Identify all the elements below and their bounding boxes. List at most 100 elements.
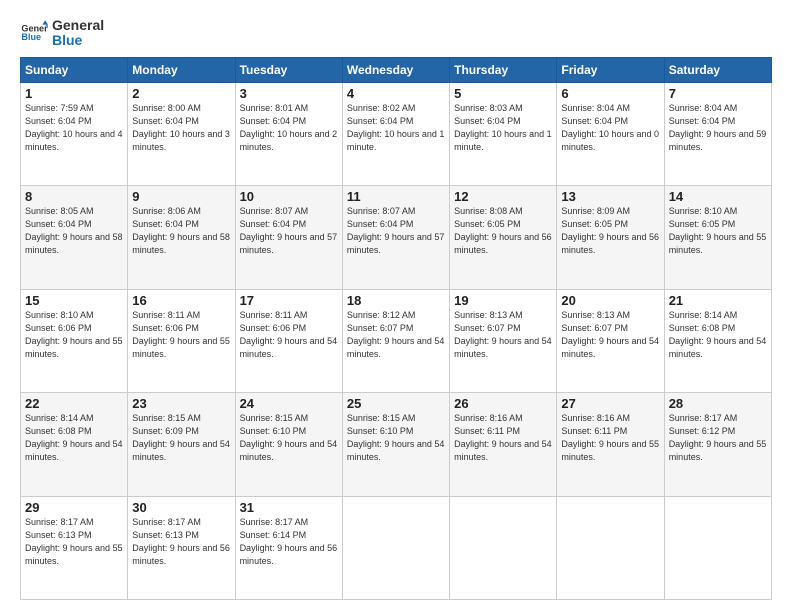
calendar-cell: 30Sunrise: 8:17 AMSunset: 6:13 PMDayligh… bbox=[128, 496, 235, 599]
day-number: 27 bbox=[561, 396, 659, 411]
calendar-cell: 15Sunrise: 8:10 AMSunset: 6:06 PMDayligh… bbox=[21, 289, 128, 392]
calendar-cell: 20Sunrise: 8:13 AMSunset: 6:07 PMDayligh… bbox=[557, 289, 664, 392]
calendar-cell: 5Sunrise: 8:03 AMSunset: 6:04 PMDaylight… bbox=[450, 82, 557, 185]
day-info: Sunrise: 7:59 AMSunset: 6:04 PMDaylight:… bbox=[25, 102, 123, 154]
day-number: 17 bbox=[240, 293, 338, 308]
day-number: 23 bbox=[132, 396, 230, 411]
calendar-cell: 8Sunrise: 8:05 AMSunset: 6:04 PMDaylight… bbox=[21, 186, 128, 289]
day-number: 22 bbox=[25, 396, 123, 411]
calendar-cell: 6Sunrise: 8:04 AMSunset: 6:04 PMDaylight… bbox=[557, 82, 664, 185]
day-number: 25 bbox=[347, 396, 445, 411]
day-number: 26 bbox=[454, 396, 552, 411]
calendar-week-4: 22Sunrise: 8:14 AMSunset: 6:08 PMDayligh… bbox=[21, 393, 772, 496]
day-number: 12 bbox=[454, 189, 552, 204]
calendar-cell: 18Sunrise: 8:12 AMSunset: 6:07 PMDayligh… bbox=[342, 289, 449, 392]
day-number: 19 bbox=[454, 293, 552, 308]
day-number: 2 bbox=[132, 86, 230, 101]
day-number: 4 bbox=[347, 86, 445, 101]
page: General Blue General Blue SundayMondayTu… bbox=[0, 0, 792, 612]
calendar-body: 1Sunrise: 7:59 AMSunset: 6:04 PMDaylight… bbox=[21, 82, 772, 599]
day-number: 7 bbox=[669, 86, 767, 101]
day-number: 1 bbox=[25, 86, 123, 101]
day-info: Sunrise: 8:11 AMSunset: 6:06 PMDaylight:… bbox=[240, 309, 338, 361]
day-number: 11 bbox=[347, 189, 445, 204]
day-number: 14 bbox=[669, 189, 767, 204]
day-number: 8 bbox=[25, 189, 123, 204]
calendar-cell: 3Sunrise: 8:01 AMSunset: 6:04 PMDaylight… bbox=[235, 82, 342, 185]
day-info: Sunrise: 8:11 AMSunset: 6:06 PMDaylight:… bbox=[132, 309, 230, 361]
day-number: 13 bbox=[561, 189, 659, 204]
weekday-header-friday: Friday bbox=[557, 57, 664, 82]
logo-blue: Blue bbox=[52, 33, 104, 48]
day-number: 10 bbox=[240, 189, 338, 204]
calendar-week-3: 15Sunrise: 8:10 AMSunset: 6:06 PMDayligh… bbox=[21, 289, 772, 392]
weekday-header-monday: Monday bbox=[128, 57, 235, 82]
calendar-week-1: 1Sunrise: 7:59 AMSunset: 6:04 PMDaylight… bbox=[21, 82, 772, 185]
day-number: 28 bbox=[669, 396, 767, 411]
calendar-cell: 21Sunrise: 8:14 AMSunset: 6:08 PMDayligh… bbox=[664, 289, 771, 392]
day-info: Sunrise: 8:04 AMSunset: 6:04 PMDaylight:… bbox=[561, 102, 659, 154]
day-number: 6 bbox=[561, 86, 659, 101]
day-number: 29 bbox=[25, 500, 123, 515]
calendar-cell: 10Sunrise: 8:07 AMSunset: 6:04 PMDayligh… bbox=[235, 186, 342, 289]
day-number: 9 bbox=[132, 189, 230, 204]
day-info: Sunrise: 8:17 AMSunset: 6:13 PMDaylight:… bbox=[132, 516, 230, 568]
calendar-cell: 12Sunrise: 8:08 AMSunset: 6:05 PMDayligh… bbox=[450, 186, 557, 289]
calendar-cell: 24Sunrise: 8:15 AMSunset: 6:10 PMDayligh… bbox=[235, 393, 342, 496]
logo: General Blue General Blue bbox=[20, 18, 104, 49]
calendar-cell bbox=[450, 496, 557, 599]
day-number: 24 bbox=[240, 396, 338, 411]
day-info: Sunrise: 8:17 AMSunset: 6:12 PMDaylight:… bbox=[669, 412, 767, 464]
calendar-cell: 19Sunrise: 8:13 AMSunset: 6:07 PMDayligh… bbox=[450, 289, 557, 392]
calendar-cell: 26Sunrise: 8:16 AMSunset: 6:11 PMDayligh… bbox=[450, 393, 557, 496]
calendar-cell: 31Sunrise: 8:17 AMSunset: 6:14 PMDayligh… bbox=[235, 496, 342, 599]
weekday-header-thursday: Thursday bbox=[450, 57, 557, 82]
day-number: 30 bbox=[132, 500, 230, 515]
calendar-cell: 2Sunrise: 8:00 AMSunset: 6:04 PMDaylight… bbox=[128, 82, 235, 185]
calendar-cell: 22Sunrise: 8:14 AMSunset: 6:08 PMDayligh… bbox=[21, 393, 128, 496]
calendar-cell bbox=[557, 496, 664, 599]
calendar-cell: 13Sunrise: 8:09 AMSunset: 6:05 PMDayligh… bbox=[557, 186, 664, 289]
calendar-cell: 25Sunrise: 8:15 AMSunset: 6:10 PMDayligh… bbox=[342, 393, 449, 496]
day-number: 16 bbox=[132, 293, 230, 308]
day-info: Sunrise: 8:04 AMSunset: 6:04 PMDaylight:… bbox=[669, 102, 767, 154]
day-number: 31 bbox=[240, 500, 338, 515]
logo-general: General bbox=[52, 18, 104, 33]
calendar-cell: 27Sunrise: 8:16 AMSunset: 6:11 PMDayligh… bbox=[557, 393, 664, 496]
calendar-cell: 28Sunrise: 8:17 AMSunset: 6:12 PMDayligh… bbox=[664, 393, 771, 496]
weekday-header-tuesday: Tuesday bbox=[235, 57, 342, 82]
header: General Blue General Blue bbox=[20, 18, 772, 49]
calendar-cell: 7Sunrise: 8:04 AMSunset: 6:04 PMDaylight… bbox=[664, 82, 771, 185]
day-info: Sunrise: 8:10 AMSunset: 6:06 PMDaylight:… bbox=[25, 309, 123, 361]
day-info: Sunrise: 8:08 AMSunset: 6:05 PMDaylight:… bbox=[454, 205, 552, 257]
calendar-cell: 16Sunrise: 8:11 AMSunset: 6:06 PMDayligh… bbox=[128, 289, 235, 392]
calendar-cell: 14Sunrise: 8:10 AMSunset: 6:05 PMDayligh… bbox=[664, 186, 771, 289]
calendar-header-row: SundayMondayTuesdayWednesdayThursdayFrid… bbox=[21, 57, 772, 82]
day-number: 5 bbox=[454, 86, 552, 101]
calendar-cell: 29Sunrise: 8:17 AMSunset: 6:13 PMDayligh… bbox=[21, 496, 128, 599]
day-info: Sunrise: 8:03 AMSunset: 6:04 PMDaylight:… bbox=[454, 102, 552, 154]
day-number: 15 bbox=[25, 293, 123, 308]
calendar-week-5: 29Sunrise: 8:17 AMSunset: 6:13 PMDayligh… bbox=[21, 496, 772, 599]
day-info: Sunrise: 8:16 AMSunset: 6:11 PMDaylight:… bbox=[561, 412, 659, 464]
calendar-cell: 4Sunrise: 8:02 AMSunset: 6:04 PMDaylight… bbox=[342, 82, 449, 185]
day-info: Sunrise: 8:12 AMSunset: 6:07 PMDaylight:… bbox=[347, 309, 445, 361]
weekday-header-sunday: Sunday bbox=[21, 57, 128, 82]
calendar-table: SundayMondayTuesdayWednesdayThursdayFrid… bbox=[20, 57, 772, 600]
day-info: Sunrise: 8:07 AMSunset: 6:04 PMDaylight:… bbox=[240, 205, 338, 257]
day-info: Sunrise: 8:05 AMSunset: 6:04 PMDaylight:… bbox=[25, 205, 123, 257]
day-info: Sunrise: 8:15 AMSunset: 6:10 PMDaylight:… bbox=[240, 412, 338, 464]
day-info: Sunrise: 8:06 AMSunset: 6:04 PMDaylight:… bbox=[132, 205, 230, 257]
calendar-cell: 23Sunrise: 8:15 AMSunset: 6:09 PMDayligh… bbox=[128, 393, 235, 496]
day-info: Sunrise: 8:01 AMSunset: 6:04 PMDaylight:… bbox=[240, 102, 338, 154]
day-info: Sunrise: 8:16 AMSunset: 6:11 PMDaylight:… bbox=[454, 412, 552, 464]
calendar-cell bbox=[342, 496, 449, 599]
day-info: Sunrise: 8:15 AMSunset: 6:09 PMDaylight:… bbox=[132, 412, 230, 464]
day-info: Sunrise: 8:17 AMSunset: 6:13 PMDaylight:… bbox=[25, 516, 123, 568]
day-info: Sunrise: 8:17 AMSunset: 6:14 PMDaylight:… bbox=[240, 516, 338, 568]
day-info: Sunrise: 8:14 AMSunset: 6:08 PMDaylight:… bbox=[669, 309, 767, 361]
calendar-cell: 1Sunrise: 7:59 AMSunset: 6:04 PMDaylight… bbox=[21, 82, 128, 185]
day-info: Sunrise: 8:13 AMSunset: 6:07 PMDaylight:… bbox=[561, 309, 659, 361]
day-info: Sunrise: 8:13 AMSunset: 6:07 PMDaylight:… bbox=[454, 309, 552, 361]
weekday-header-saturday: Saturday bbox=[664, 57, 771, 82]
